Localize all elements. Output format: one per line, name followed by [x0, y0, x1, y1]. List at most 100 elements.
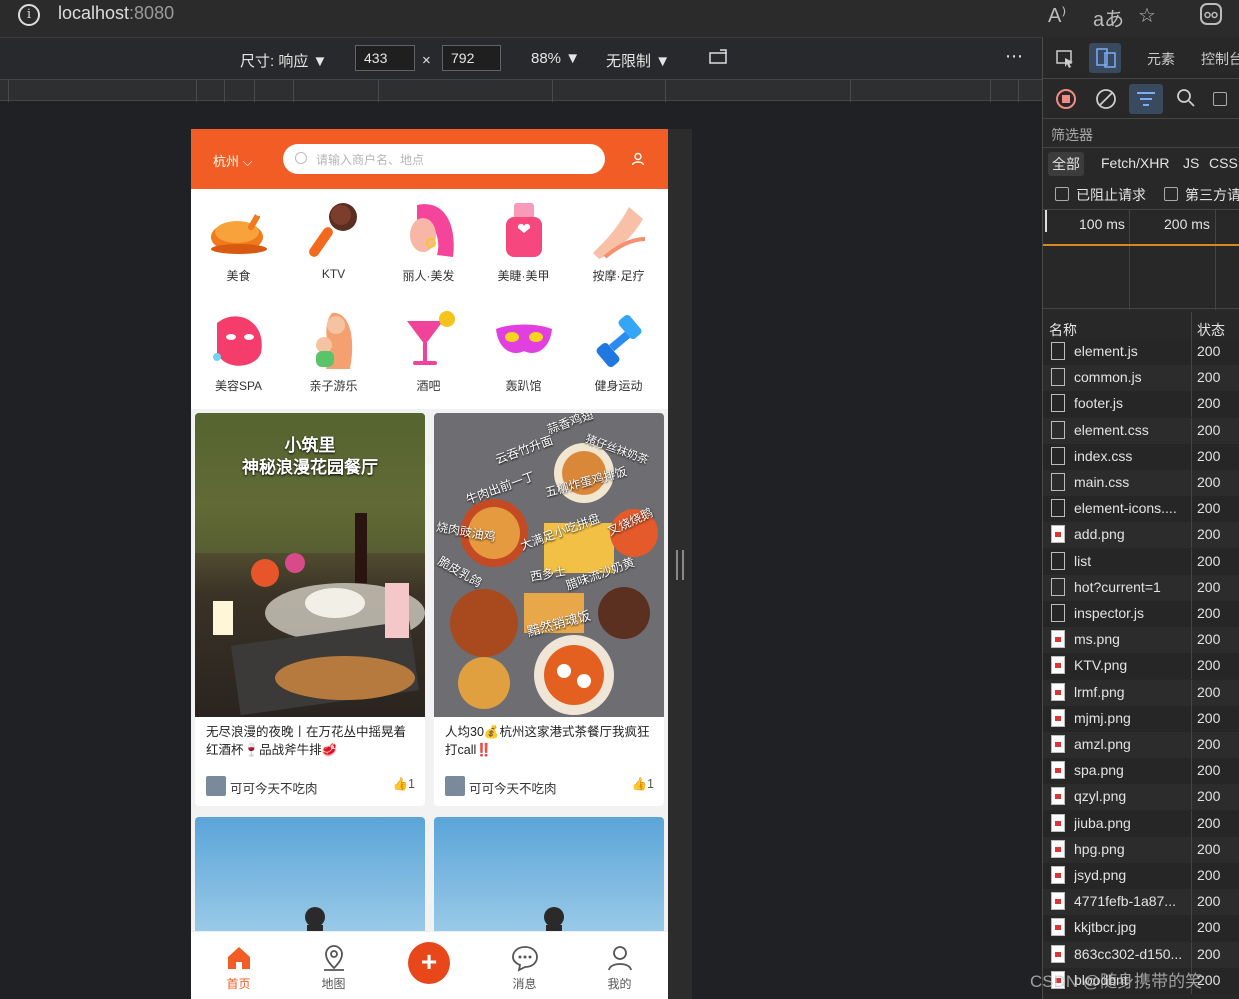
- device-toggle-icon[interactable]: [1089, 43, 1121, 73]
- request-row[interactable]: jiuba.png 200: [1043, 810, 1239, 837]
- filter-input[interactable]: 筛选器: [1051, 125, 1093, 145]
- timeline-tick: 100 ms: [1079, 216, 1125, 232]
- search-input[interactable]: 请输入商户名、地点: [283, 144, 605, 174]
- url-field[interactable]: localhost:8080: [58, 3, 174, 24]
- user-icon[interactable]: [631, 152, 645, 171]
- request-row[interactable]: mjmj.png 200: [1043, 705, 1239, 732]
- preserve-log-checkbox[interactable]: [1213, 92, 1227, 106]
- third-party-checkbox[interactable]: [1164, 187, 1178, 201]
- request-row[interactable]: index.css 200: [1043, 443, 1239, 470]
- media-query-ruler: [0, 79, 1042, 102]
- request-name: KTV.png: [1074, 657, 1128, 674]
- filter-icon[interactable]: [1129, 84, 1163, 114]
- request-status: 200: [1197, 788, 1221, 805]
- like-button[interactable]: 👍1: [631, 777, 654, 792]
- search-icon[interactable]: [1176, 88, 1196, 111]
- request-status: 200: [1197, 343, 1221, 359]
- inspect-element-icon[interactable]: [1055, 49, 1075, 72]
- category-lash-nail[interactable]: 美睫·美甲: [476, 189, 571, 299]
- request-row[interactable]: element.js 200: [1043, 339, 1239, 365]
- request-row[interactable]: jsyd.png 200: [1043, 863, 1239, 889]
- profile-icon[interactable]: [1200, 3, 1222, 31]
- filter-type-js[interactable]: JS: [1183, 155, 1199, 171]
- tab-map[interactable]: 地图: [286, 932, 381, 999]
- request-row[interactable]: spa.png 200: [1043, 758, 1239, 785]
- request-row[interactable]: 4771fefb-1a87... 200: [1043, 889, 1239, 916]
- category-massage[interactable]: 按摩·足疗: [571, 189, 666, 299]
- category-label: 轰趴馆: [505, 379, 542, 393]
- filter-type-all[interactable]: 全部: [1048, 152, 1084, 176]
- rotate-icon[interactable]: [708, 48, 730, 70]
- request-row[interactable]: hpg.png 200: [1043, 836, 1239, 863]
- record-stop-icon[interactable]: [1055, 88, 1077, 113]
- blocked-requests-checkbox[interactable]: [1055, 187, 1069, 201]
- feed-card[interactable]: 蒜香鸡翅 云吞竹升面 猪仔丝袜奶茶 牛肉出前一丁 五柳炸蛋鸡排饭 烧肉豉油鸡 大…: [434, 413, 664, 806]
- column-status[interactable]: 状态: [1197, 320, 1225, 340]
- tab-profile[interactable]: 我的: [572, 932, 667, 999]
- card-author: 可可今天不吃肉: [230, 782, 318, 796]
- request-row[interactable]: amzl.png 200: [1043, 732, 1239, 758]
- filter-type-css[interactable]: CSS: [1209, 155, 1238, 171]
- category-family-fun[interactable]: 亲子游乐: [286, 299, 381, 409]
- category-food[interactable]: 美食: [191, 189, 286, 299]
- category-fitness[interactable]: 健身运动: [571, 299, 666, 409]
- request-row[interactable]: hot?current=1 200: [1043, 574, 1239, 601]
- favorite-star-icon[interactable]: ☆: [1138, 3, 1156, 28]
- tab-home[interactable]: 首页: [191, 932, 286, 999]
- dimensions-dropdown[interactable]: 尺寸: 响应 ▼: [240, 50, 327, 71]
- request-row[interactable]: KTV.png 200: [1043, 653, 1239, 680]
- feed-card[interactable]: 小筑里 神秘浪漫花园餐厅 无尽浪漫的夜晚丨在万花丛中摇晃着红酒杯🍷品战斧牛排🥩 …: [195, 413, 425, 806]
- request-row[interactable]: common.js 200: [1043, 365, 1239, 392]
- zoom-dropdown[interactable]: 88% ▼: [531, 50, 580, 67]
- request-row[interactable]: list 200: [1043, 548, 1239, 575]
- category-bar[interactable]: 酒吧: [381, 299, 476, 409]
- tab-messages[interactable]: 消息: [477, 932, 572, 999]
- width-input[interactable]: 433: [355, 45, 415, 71]
- request-row[interactable]: add.png 200: [1043, 522, 1239, 549]
- category-label: 按摩·足疗: [592, 269, 645, 283]
- request-row[interactable]: kkjtbcr.jpg 200: [1043, 915, 1239, 942]
- height-input[interactable]: 792: [442, 45, 501, 71]
- tab-elements[interactable]: 元素: [1147, 49, 1175, 69]
- tab-console[interactable]: 控制台: [1201, 49, 1239, 69]
- request-row[interactable]: ms.png 200: [1043, 627, 1239, 654]
- feed-card[interactable]: [434, 817, 664, 937]
- request-status: 200: [1197, 500, 1221, 517]
- site-info-icon[interactable]: i: [18, 4, 40, 26]
- like-button[interactable]: 👍1: [392, 777, 415, 792]
- clear-icon[interactable]: [1095, 88, 1117, 113]
- feed-card[interactable]: [195, 817, 425, 937]
- request-name: main.css: [1074, 474, 1130, 490]
- thumbs-up-icon: 👍: [631, 777, 648, 791]
- more-options-icon[interactable]: ⋯: [1005, 46, 1023, 67]
- category-party-house[interactable]: 轰趴馆: [476, 299, 571, 409]
- category-beauty-hair[interactable]: 丽人·美发: [381, 189, 476, 299]
- translate-icon[interactable]: aあ: [1093, 3, 1124, 32]
- request-row[interactable]: footer.js 200: [1043, 391, 1239, 418]
- add-post-button[interactable]: +: [408, 942, 450, 984]
- url-host: localhost: [58, 3, 130, 23]
- throttle-dropdown[interactable]: 无限制 ▼: [606, 50, 670, 71]
- request-row[interactable]: 863cc302-d150... 200: [1043, 941, 1239, 968]
- request-name: index.css: [1074, 447, 1133, 464]
- card-title: 无尽浪漫的夜晚丨在万花丛中摇晃着红酒杯🍷品战斧牛排🥩: [206, 725, 407, 757]
- category-ktv[interactable]: KTV: [286, 189, 381, 299]
- request-row[interactable]: element.css 200: [1043, 417, 1239, 444]
- request-row[interactable]: lrmf.png 200: [1043, 679, 1239, 706]
- avatar: [445, 776, 465, 796]
- cocktail-icon: [407, 311, 455, 365]
- search-placeholder: 请输入商户名、地点: [316, 153, 425, 167]
- request-row[interactable]: qzyl.png 200: [1043, 784, 1239, 811]
- filter-type-fetch[interactable]: Fetch/XHR: [1101, 155, 1169, 171]
- city-selector[interactable]: 杭州 ⌵: [213, 151, 253, 170]
- image-file-icon: [1051, 892, 1065, 911]
- request-name: amzl.png: [1074, 736, 1131, 752]
- column-name[interactable]: 名称: [1049, 320, 1077, 340]
- request-row[interactable]: main.css 200: [1043, 470, 1239, 496]
- resize-handle[interactable]: [676, 550, 684, 580]
- request-row[interactable]: inspector.js 200: [1043, 601, 1239, 627]
- read-aloud-icon[interactable]: A⁾: [1048, 3, 1066, 28]
- category-spa[interactable]: 美容SPA: [191, 299, 286, 409]
- request-row[interactable]: element-icons.... 200: [1043, 496, 1239, 523]
- column-divider: [1191, 627, 1192, 654]
